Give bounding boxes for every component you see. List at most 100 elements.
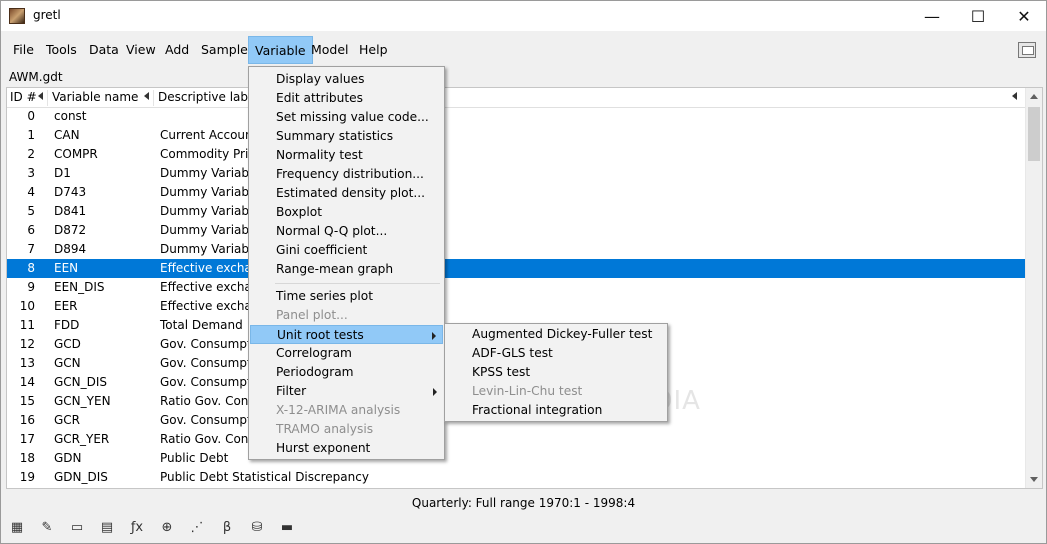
variable-menu-item[interactable]: Normal Q-Q plot...	[250, 222, 443, 241]
variable-menu-dropdown: Display values Edit attributes Set missing…	[248, 66, 445, 460]
variable-menu-item[interactable]: Normality test	[250, 146, 443, 165]
menu-sample[interactable]: Sample	[195, 36, 254, 64]
row-description: Dummy Variable	[160, 166, 260, 180]
row-id: 1	[27, 128, 35, 142]
header-descriptive-label[interactable]: Descriptive label	[158, 90, 259, 104]
variable-menu-item[interactable]: Summary statistics	[250, 127, 443, 146]
variable-menu-item[interactable]: Estimated density plot...	[250, 184, 443, 203]
table-row[interactable]: 18 GDN Public Debt	[7, 449, 1025, 468]
table-row[interactable]: 6 D872 Dummy Variable	[7, 221, 1025, 240]
variable-menu-item[interactable]: Hurst exponent	[250, 439, 443, 458]
column-separator[interactable]	[153, 90, 154, 106]
table-row[interactable]: 3 D1 Dummy Variable	[7, 164, 1025, 183]
menu-add[interactable]: Add	[159, 36, 195, 64]
variable-menu-item[interactable]: Periodogram	[250, 363, 443, 382]
menu-item-label: Gini coefficient	[276, 243, 368, 257]
close-button[interactable]: ✕	[1001, 1, 1047, 31]
variable-menu-item[interactable]: Unit root tests	[250, 325, 443, 344]
scrollbar-thumb[interactable]	[1028, 107, 1040, 161]
menu-help[interactable]: Help	[353, 36, 394, 64]
table-row[interactable]: 4 D743 Dummy Variable	[7, 183, 1025, 202]
menu-variable[interactable]: Variable	[248, 36, 313, 64]
submenu-item[interactable]: ADF-GLS test	[446, 344, 666, 363]
table-row[interactable]: 8 EEN Effective exchang	[7, 259, 1025, 278]
menu-data[interactable]: Data	[83, 36, 125, 64]
variable-menu-item[interactable]: Edit attributes	[250, 89, 443, 108]
variable-menu-item[interactable]: Gini coefficient	[250, 241, 443, 260]
menu-item-label: Panel plot...	[276, 308, 348, 322]
variable-list: ID # Variable name Descriptive label 0 co…	[6, 87, 1043, 489]
row-variable-name: GCR	[54, 413, 81, 427]
function-icon[interactable]: ƒx	[127, 517, 147, 537]
beta-icon[interactable]: β	[217, 517, 237, 537]
menu-tools[interactable]: Tools	[40, 36, 83, 64]
variable-menu-item[interactable]: Set missing value code...	[250, 108, 443, 127]
edit-icon[interactable]: ✎	[37, 517, 57, 537]
menu-item-label: Time series plot	[276, 289, 374, 303]
variable-menu-item[interactable]: Filter	[250, 382, 443, 401]
help-icon[interactable]: ⊕	[157, 517, 177, 537]
terminal-icon[interactable]: ▭	[67, 517, 87, 537]
row-id: 14	[19, 375, 35, 389]
table-row[interactable]: 17 GCR_YER Ratio Gov. Consu	[7, 430, 1025, 449]
submenu-item[interactable]: KPSS test	[446, 363, 666, 382]
table-row[interactable]: 0 const	[7, 107, 1025, 126]
menu-file[interactable]: File	[7, 36, 40, 64]
submenu-item[interactable]: Augmented Dickey-Fuller test	[446, 325, 666, 344]
scatter-icon[interactable]: ⋰	[187, 517, 207, 537]
calculator-icon[interactable]: ▦	[7, 517, 27, 537]
row-id: 12	[19, 337, 35, 351]
table-row[interactable]: 5 D841 Dummy Variable	[7, 202, 1025, 221]
variable-menu-item[interactable]: Correlogram	[250, 344, 443, 363]
column-separator[interactable]	[47, 90, 48, 106]
row-id: 8	[27, 261, 35, 275]
row-description: Dummy Variable	[160, 223, 260, 237]
menu-item-label: Boxplot	[276, 205, 323, 219]
menu-item-label: X-12-ARIMA analysis	[276, 403, 401, 417]
dataset-filename: AWM.gdt	[9, 70, 63, 84]
row-id: 19	[19, 470, 35, 484]
row-variable-name: EEN	[54, 261, 79, 275]
folder-icon[interactable]: ▬	[277, 517, 297, 537]
menu-item-label: KPSS test	[472, 365, 531, 379]
row-id: 4	[27, 185, 35, 199]
row-variable-name: D743	[54, 185, 87, 199]
window-list-icon[interactable]	[1018, 42, 1036, 58]
minimize-button[interactable]: —	[909, 1, 955, 31]
row-variable-name: GCN_YEN	[54, 394, 111, 408]
menu-model[interactable]: Model	[305, 36, 355, 64]
close-icon: ✕	[1017, 6, 1031, 26]
header-variable-name[interactable]: Variable name	[52, 90, 138, 104]
row-variable-name: GCN_DIS	[54, 375, 108, 389]
row-description: Gov. Consumptio	[160, 375, 263, 389]
variable-menu-item[interactable]: Time series plot	[250, 287, 443, 306]
scroll-left-icon[interactable]	[1012, 92, 1017, 100]
maximize-button[interactable]: ☐	[955, 1, 1001, 31]
row-id: 6	[27, 223, 35, 237]
header-id[interactable]: ID #	[10, 90, 37, 104]
row-variable-name: GDN_DIS	[54, 470, 108, 484]
variable-menu-item: TRAMO analysis	[250, 420, 443, 439]
database-icon[interactable]: ⛁	[247, 517, 267, 537]
row-description: Dummy Variable	[160, 204, 260, 218]
scroll-up-icon[interactable]	[1030, 94, 1038, 99]
submenu-item[interactable]: Fractional integration	[446, 401, 666, 420]
row-variable-name: D841	[54, 204, 87, 218]
table-row[interactable]: 19 GDN_DIS Public Debt Statistical Discrep…	[7, 468, 1025, 487]
menu-view[interactable]: View	[120, 36, 162, 64]
vertical-scrollbar[interactable]	[1025, 88, 1042, 488]
scroll-down-icon[interactable]	[1030, 477, 1038, 482]
variable-menu-item[interactable]: Display values	[250, 70, 443, 89]
variable-menu-item[interactable]: Frequency distribution...	[250, 165, 443, 184]
variable-menu-item[interactable]: Range-mean graph	[250, 260, 443, 279]
row-description: Dummy Variable	[160, 242, 260, 256]
table-row[interactable]: 9 EEN_DIS Effective exchang	[7, 278, 1025, 297]
submenu-arrow-icon	[432, 332, 436, 340]
variable-menu-item[interactable]: Boxplot	[250, 203, 443, 222]
table-row[interactable]: 10 EER Effective exchang	[7, 297, 1025, 316]
row-id: 13	[19, 356, 35, 370]
table-row[interactable]: 2 COMPR Commodity Pric	[7, 145, 1025, 164]
table-icon[interactable]: ▤	[97, 517, 117, 537]
table-row[interactable]: 1 CAN Current Account	[7, 126, 1025, 145]
table-row[interactable]: 7 D894 Dummy Variable	[7, 240, 1025, 259]
